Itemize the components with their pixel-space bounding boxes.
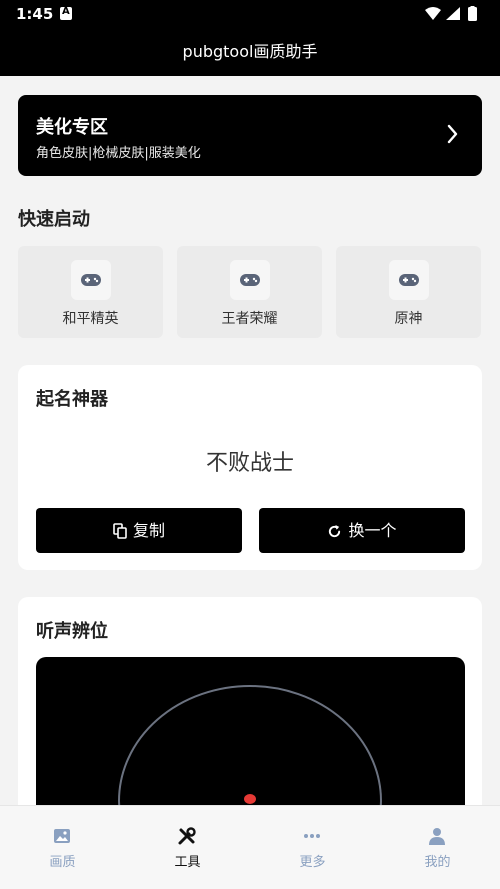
- quick-launch-peace-elite[interactable]: 和平精英: [18, 246, 163, 338]
- tab-label: 画质: [49, 855, 76, 870]
- tools-icon: [178, 827, 196, 845]
- notification-icon: [60, 6, 72, 20]
- status-time: 1:45: [16, 5, 54, 23]
- quick-start-title: 快速启动: [18, 209, 90, 230]
- name-generator-title: 起名神器: [36, 389, 108, 410]
- copy-button[interactable]: 复制: [36, 508, 242, 553]
- copy-icon: [113, 523, 127, 539]
- more-icon: [304, 834, 320, 838]
- refresh-name-button[interactable]: 换一个: [259, 508, 465, 553]
- sound-locator-title: 听声辨位: [36, 621, 108, 642]
- gamepad-icon: [71, 260, 111, 300]
- wifi-signal-battery-icon: [425, 6, 477, 21]
- quick-launch-label: 和平精英: [62, 311, 119, 327]
- quick-launch-label: 原神: [394, 311, 423, 327]
- quick-launch-honor-of-kings[interactable]: 王者荣耀: [177, 246, 322, 338]
- beauty-zone-banner[interactable]: 美化专区 角色皮肤|枪械皮肤|服装美化: [18, 95, 482, 176]
- tab-label: 工具: [174, 855, 201, 870]
- tab-mine[interactable]: 我的: [375, 806, 500, 889]
- system-icons: [424, 6, 486, 26]
- copy-label: 复制: [132, 521, 165, 540]
- beauty-zone-subtitle: 角色皮肤|枪械皮肤|服装美化: [36, 146, 201, 161]
- quick-launch-genshin[interactable]: 原神: [336, 246, 481, 338]
- bottom-tab-bar: 画质 工具 更多 我的: [0, 805, 500, 889]
- status-bar: 1:45: [0, 0, 500, 28]
- radar-dot: [244, 794, 256, 804]
- tab-tools[interactable]: 工具: [125, 806, 250, 889]
- image-icon: [54, 829, 70, 843]
- tab-more[interactable]: 更多: [250, 806, 375, 889]
- gamepad-icon: [230, 260, 270, 300]
- tab-label: 我的: [424, 855, 451, 870]
- tab-label: 更多: [299, 855, 326, 870]
- beauty-zone-title: 美化专区: [36, 117, 108, 138]
- app-title: pubgtool画质助手: [0, 28, 500, 76]
- quick-launch-label: 王者荣耀: [221, 311, 278, 327]
- tab-quality[interactable]: 画质: [0, 806, 125, 889]
- refresh-label: 换一个: [348, 521, 397, 540]
- gamepad-icon: [389, 260, 429, 300]
- generated-name: 不败战士: [205, 451, 294, 476]
- user-icon: [429, 828, 445, 845]
- name-generator-card: 起名神器 不败战士 复制 换一个: [18, 365, 482, 570]
- refresh-icon: [329, 524, 341, 538]
- chevron-right-icon: [447, 124, 458, 144]
